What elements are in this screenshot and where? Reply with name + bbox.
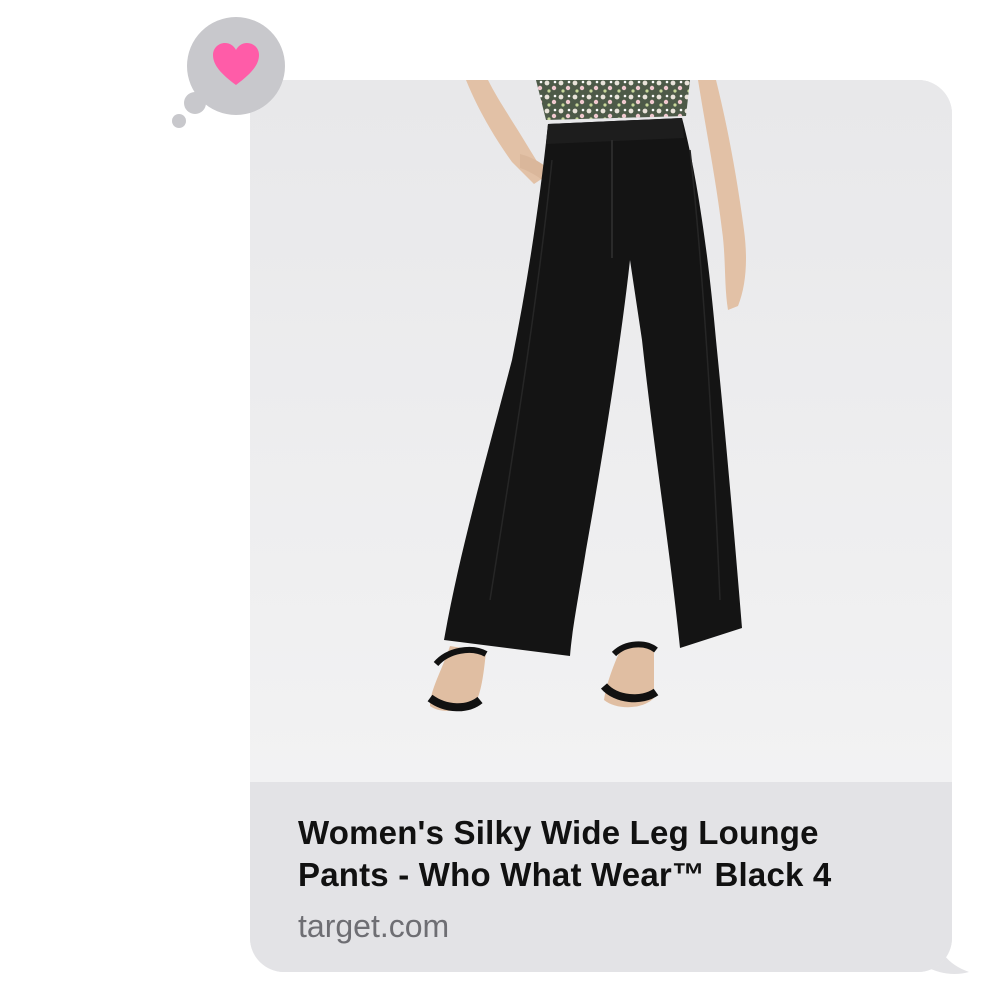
product-title: Women's Silky Wide Leg Lounge Pants - Wh… xyxy=(298,814,832,893)
heart-icon xyxy=(211,41,261,92)
tapback-tail xyxy=(184,92,206,114)
message-thread: Women's Silky Wide Leg Lounge Pants - Wh… xyxy=(0,0,1000,1000)
wide-leg-pants-image xyxy=(250,80,952,782)
link-preview-bubble[interactable]: Women's Silky Wide Leg Lounge Pants - Wh… xyxy=(250,80,952,972)
link-domain: target.com xyxy=(298,908,450,944)
product-photo[interactable] xyxy=(250,80,952,782)
tapback-tail-dot xyxy=(172,114,186,128)
link-caption[interactable]: Women's Silky Wide Leg Lounge Pants - Wh… xyxy=(250,782,952,972)
